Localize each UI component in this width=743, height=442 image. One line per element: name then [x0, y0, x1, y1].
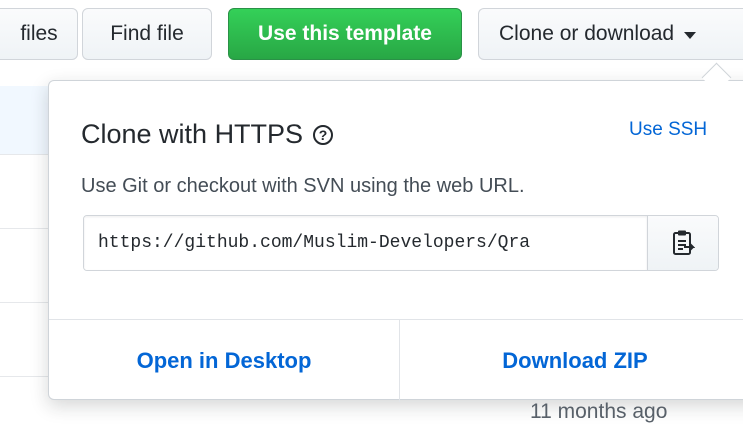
stage: files Find file Use this template Clone …	[0, 0, 743, 442]
open-in-desktop-button[interactable]: Open in Desktop	[49, 320, 400, 402]
clone-or-download-label: Clone or download	[499, 22, 675, 45]
open-in-desktop-label: Open in Desktop	[136, 348, 312, 373]
question-circle-icon[interactable]: ?	[313, 124, 334, 145]
clone-url-group	[83, 215, 719, 271]
copy-url-button[interactable]	[647, 216, 718, 270]
download-zip-label: Download ZIP	[502, 348, 648, 373]
use-template-label: Use this template	[258, 22, 432, 45]
upload-files-label: files	[20, 22, 58, 45]
clone-popover: Clone with HTTPS ? Use SSH Use Git or ch…	[48, 80, 743, 402]
upload-files-button[interactable]: files	[0, 8, 78, 60]
find-file-label: Find file	[110, 22, 184, 45]
use-ssh-link[interactable]: Use SSH	[629, 119, 707, 141]
clone-or-download-button[interactable]: Clone or download	[478, 8, 743, 60]
clone-title-text: Clone with HTTPS	[81, 119, 304, 149]
download-zip-button[interactable]: Download ZIP	[400, 320, 743, 402]
clipboard-icon	[673, 230, 695, 255]
find-file-button[interactable]: Find file	[82, 8, 212, 60]
clone-url-input[interactable]	[84, 216, 647, 270]
last-commit-timestamp: 11 months ago	[530, 400, 668, 423]
use-template-button[interactable]: Use this template	[228, 8, 462, 60]
clone-popover-footer: Open in Desktop Download ZIP	[49, 319, 743, 402]
clone-description: Use Git or checkout with SVN using the w…	[81, 175, 525, 197]
caret-down-icon	[684, 32, 697, 39]
clone-popover-title: Clone with HTTPS ?	[81, 119, 334, 150]
